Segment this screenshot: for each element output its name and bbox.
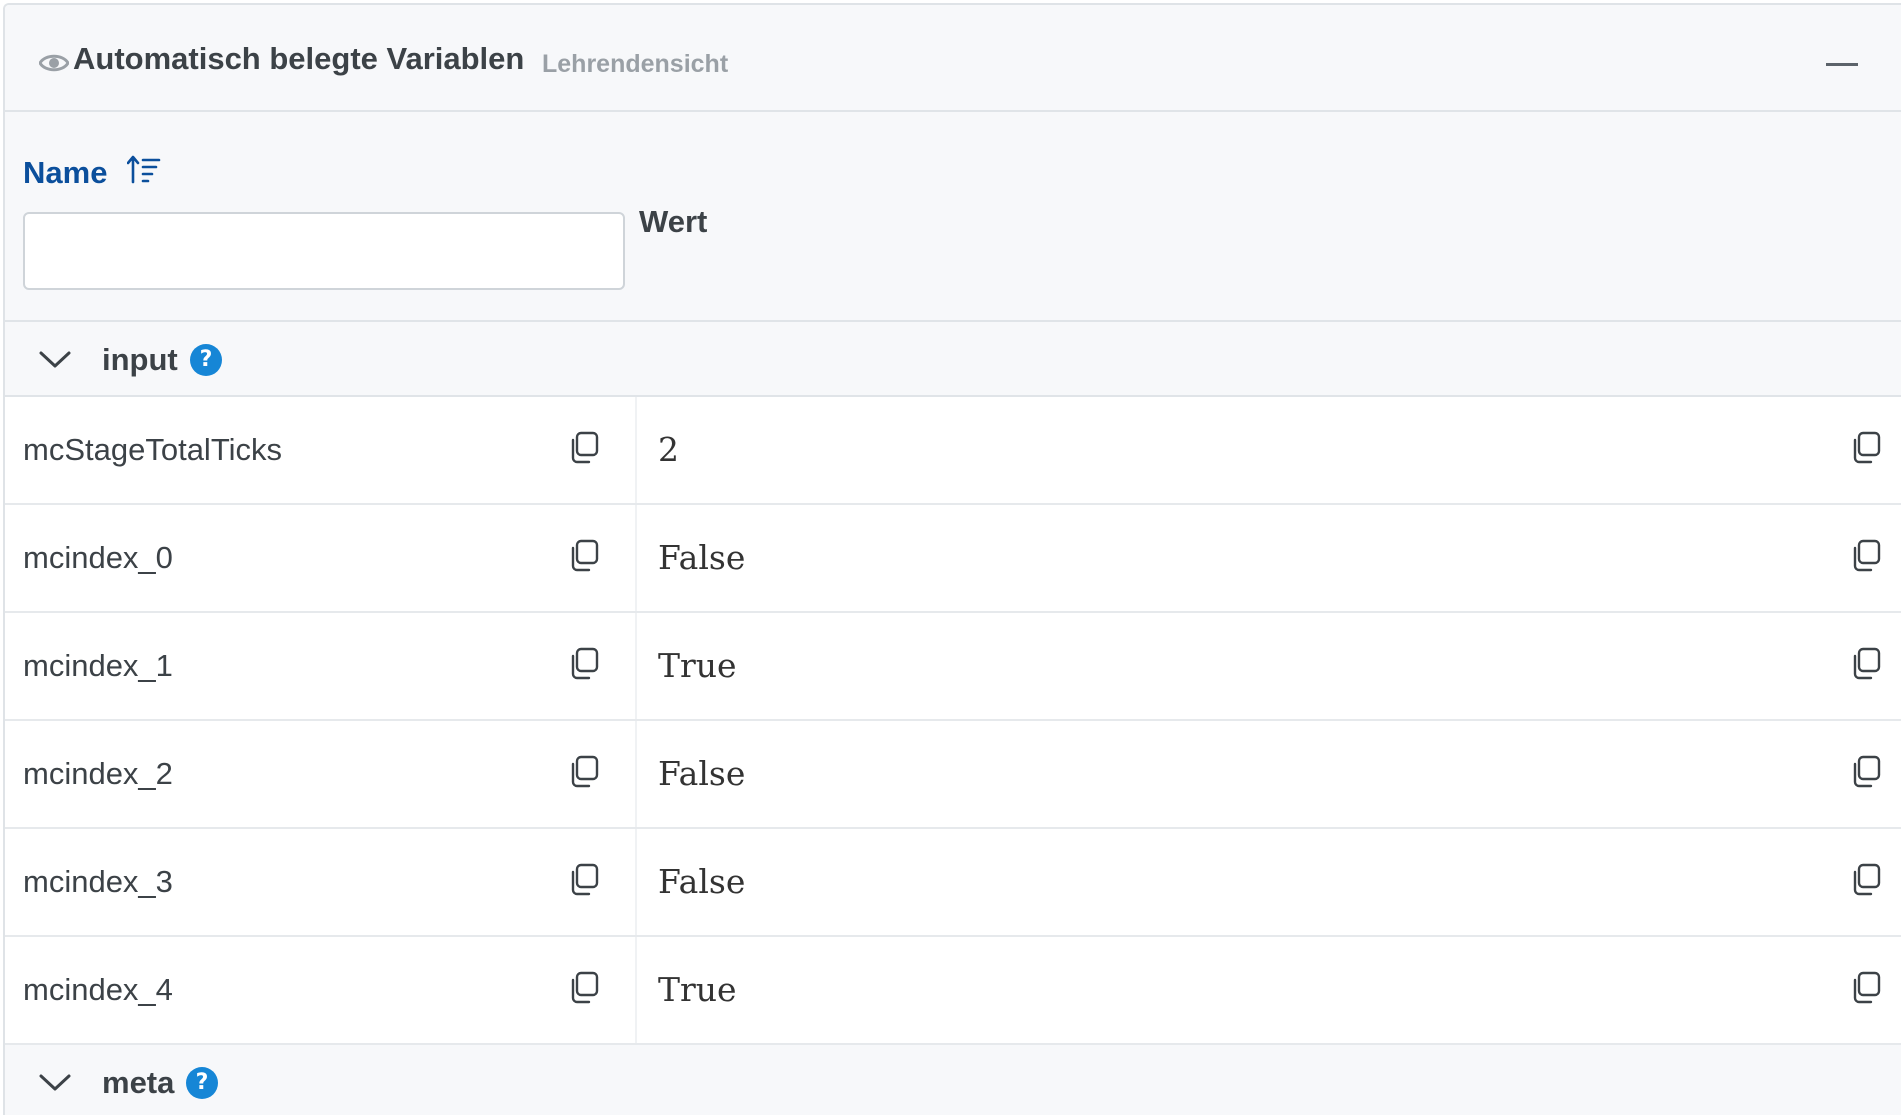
variable-name: mcindex_4 bbox=[23, 972, 173, 1007]
variable-name: mcindex_0 bbox=[23, 540, 173, 575]
sort-ascending-icon[interactable] bbox=[127, 154, 163, 186]
table-row: mcindex_4 True bbox=[5, 937, 1901, 1045]
table-row: mcStageTotalTicks 2 bbox=[5, 397, 1901, 505]
variable-value: False bbox=[658, 754, 746, 793]
variable-name: mcindex_1 bbox=[23, 648, 173, 683]
collapse-button[interactable] bbox=[1822, 45, 1862, 85]
variable-name: mcindex_3 bbox=[23, 864, 173, 899]
name-filter-input[interactable] bbox=[23, 212, 625, 290]
group-header-input[interactable]: input ? bbox=[5, 322, 1901, 397]
copy-icon[interactable] bbox=[568, 755, 600, 789]
name-column-header[interactable]: Name bbox=[23, 155, 107, 191]
help-icon[interactable]: ? bbox=[190, 344, 222, 376]
chevron-down-icon[interactable] bbox=[37, 344, 73, 374]
variable-name: mcindex_2 bbox=[23, 756, 173, 791]
variable-value: 2 bbox=[658, 430, 679, 469]
copy-icon[interactable] bbox=[568, 431, 600, 465]
column-divider bbox=[635, 721, 637, 827]
copy-icon[interactable] bbox=[1850, 431, 1882, 465]
view-mode-label: Lehrendensicht bbox=[542, 50, 729, 78]
copy-icon[interactable] bbox=[568, 971, 600, 1005]
table-row: mcindex_2 False bbox=[5, 721, 1901, 829]
variable-value: True bbox=[658, 646, 737, 685]
eye-icon bbox=[39, 54, 69, 72]
copy-icon[interactable] bbox=[1850, 539, 1882, 573]
column-divider bbox=[635, 613, 637, 719]
copy-icon[interactable] bbox=[1850, 863, 1882, 897]
variable-value: True bbox=[658, 970, 737, 1009]
group-label: input bbox=[102, 342, 178, 377]
copy-icon[interactable] bbox=[1850, 647, 1882, 681]
column-divider bbox=[635, 829, 637, 935]
column-header-bar: Name Wert bbox=[5, 112, 1901, 322]
panel-title: Automatisch belegte Variablen bbox=[73, 41, 525, 76]
column-divider bbox=[635, 397, 637, 503]
copy-icon[interactable] bbox=[568, 539, 600, 573]
copy-icon[interactable] bbox=[568, 863, 600, 897]
panel-header: Automatisch belegte Variablen Lehrendens… bbox=[5, 5, 1901, 112]
chevron-down-icon[interactable] bbox=[37, 1067, 73, 1097]
copy-icon[interactable] bbox=[568, 647, 600, 681]
table-row: mcindex_3 False bbox=[5, 829, 1901, 937]
variables-panel: Automatisch belegte Variablen Lehrendens… bbox=[3, 3, 1901, 1115]
column-divider bbox=[635, 505, 637, 611]
copy-icon[interactable] bbox=[1850, 755, 1882, 789]
value-column-header: Wert bbox=[639, 204, 708, 239]
group-label: meta bbox=[102, 1065, 175, 1100]
variable-value: False bbox=[658, 862, 746, 901]
help-icon[interactable]: ? bbox=[186, 1067, 218, 1099]
group-header-meta[interactable]: meta ? bbox=[5, 1045, 1901, 1115]
minus-icon bbox=[1826, 63, 1858, 66]
variable-name: mcStageTotalTicks bbox=[23, 432, 282, 467]
copy-icon[interactable] bbox=[1850, 971, 1882, 1005]
column-divider bbox=[635, 937, 637, 1043]
table-row: mcindex_0 False bbox=[5, 505, 1901, 613]
variable-value: False bbox=[658, 538, 746, 577]
table-row: mcindex_1 True bbox=[5, 613, 1901, 721]
